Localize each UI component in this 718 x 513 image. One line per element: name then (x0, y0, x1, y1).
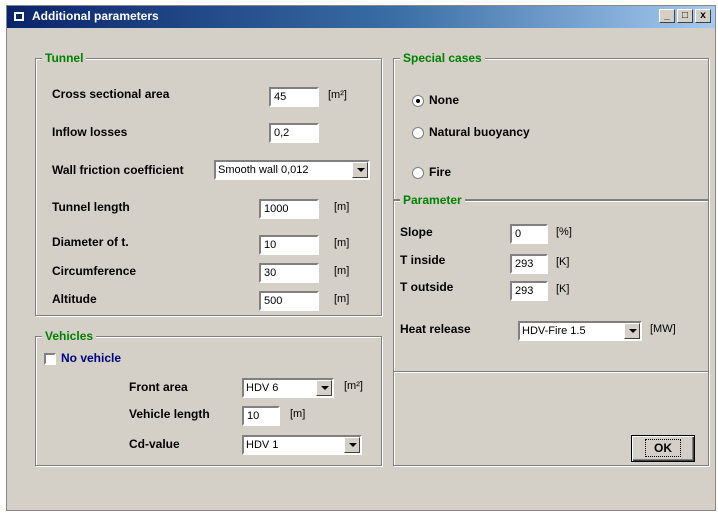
altitude-input[interactable]: 500 (259, 291, 319, 311)
special-cases-legend: Special cases (400, 51, 485, 65)
wall-friction-value: Smooth wall 0,012 (218, 164, 309, 176)
diameter-input[interactable]: 10 (259, 235, 319, 255)
t-inside-unit: [K] (556, 256, 570, 268)
radio-fire-label[interactable]: Fire (429, 165, 451, 179)
t-outside-input[interactable]: 293 (510, 281, 548, 301)
radio-natural-buoyancy[interactable] (412, 127, 424, 139)
cross-sectional-area-input[interactable]: 45 (269, 87, 319, 107)
front-area-value: HDV 6 (246, 382, 279, 394)
circumference-label: Circumference (52, 264, 137, 278)
vehicle-length-input[interactable]: 10 (242, 406, 280, 426)
maximize-button[interactable]: □ (677, 9, 693, 23)
chevron-down-icon[interactable] (344, 437, 360, 453)
cd-value-label: Cd-value (129, 437, 180, 451)
front-area-label: Front area (129, 380, 188, 394)
tunnel-length-input[interactable]: 1000 (259, 199, 319, 219)
cd-value-select[interactable]: HDV 1 (242, 435, 362, 455)
front-area-select[interactable]: HDV 6 (242, 378, 334, 398)
tunnel-group: Tunnel Cross sectional area 45 [m²] Infl… (35, 51, 382, 316)
heat-release-label: Heat release (400, 322, 471, 336)
t-inside-input[interactable]: 293 (510, 254, 548, 274)
minimize-button[interactable]: _ (659, 9, 675, 23)
wall-friction-select[interactable]: Smooth wall 0,012 (214, 160, 370, 180)
slope-unit: [%] (556, 226, 572, 238)
radio-none[interactable] (412, 95, 424, 107)
ok-button[interactable]: OK (631, 435, 695, 462)
close-button[interactable]: x (695, 9, 711, 23)
front-area-unit: [m²] (344, 380, 363, 392)
ok-button-label: OK (645, 439, 681, 457)
inflow-losses-input[interactable]: 0,2 (269, 123, 319, 143)
no-vehicle-label[interactable]: No vehicle (61, 351, 121, 365)
altitude-unit: [m] (334, 293, 350, 305)
radio-fire[interactable] (412, 167, 424, 179)
chevron-down-icon[interactable] (316, 380, 332, 396)
wall-friction-label: Wall friction coefficient (52, 163, 184, 177)
vehicles-group: Vehicles No vehicle Front area HDV 6 [m²… (35, 329, 382, 466)
t-inside-label: T inside (400, 253, 446, 267)
circumference-input[interactable]: 30 (259, 263, 319, 283)
t-outside-label: T outside (400, 280, 454, 294)
circumference-unit: [m] (334, 265, 350, 277)
vehicles-legend: Vehicles (42, 329, 97, 343)
cd-value-value: HDV 1 (246, 439, 279, 451)
diameter-unit: [m] (334, 237, 350, 249)
heat-release-select[interactable]: HDV-Fire 1.5 (518, 321, 642, 341)
radio-natural-buoyancy-label[interactable]: Natural buoyancy (429, 125, 530, 139)
vehicle-length-label: Vehicle length (129, 407, 210, 421)
divider (394, 371, 708, 372)
vehicle-length-unit: [m] (290, 408, 306, 420)
altitude-label: Altitude (52, 292, 97, 306)
title-bar[interactable]: Additional parameters _ □ x (7, 6, 715, 28)
no-vehicle-checkbox[interactable] (44, 353, 56, 365)
tunnel-length-label: Tunnel length (52, 200, 130, 214)
slope-label: Slope (400, 225, 433, 239)
window-title: Additional parameters (32, 9, 159, 23)
tunnel-legend: Tunnel (42, 51, 87, 65)
chevron-down-icon[interactable] (624, 323, 640, 339)
diameter-label: Diameter of t. (52, 235, 129, 249)
heat-release-unit: [MW] (650, 323, 676, 335)
tunnel-length-unit: [m] (334, 201, 350, 213)
special-cases-group: Special cases None Natural buoyancy Fire (393, 51, 709, 200)
app-icon (13, 11, 25, 22)
parameter-legend: Parameter (400, 193, 465, 207)
chevron-down-icon[interactable] (352, 162, 368, 178)
heat-release-value: HDV-Fire 1.5 (522, 325, 586, 337)
dialog-window: Additional parameters _ □ x Tunnel Cross… (6, 5, 716, 511)
t-outside-unit: [K] (556, 283, 570, 295)
inflow-losses-label: Inflow losses (52, 125, 128, 139)
radio-none-label[interactable]: None (429, 93, 459, 107)
cross-sectional-area-unit: [m²] (328, 89, 347, 101)
slope-input[interactable]: 0 (510, 224, 548, 244)
cross-sectional-area-label: Cross sectional area (52, 87, 170, 101)
parameter-group: Parameter Slope 0 [%] T inside 293 [K] T… (393, 193, 709, 466)
